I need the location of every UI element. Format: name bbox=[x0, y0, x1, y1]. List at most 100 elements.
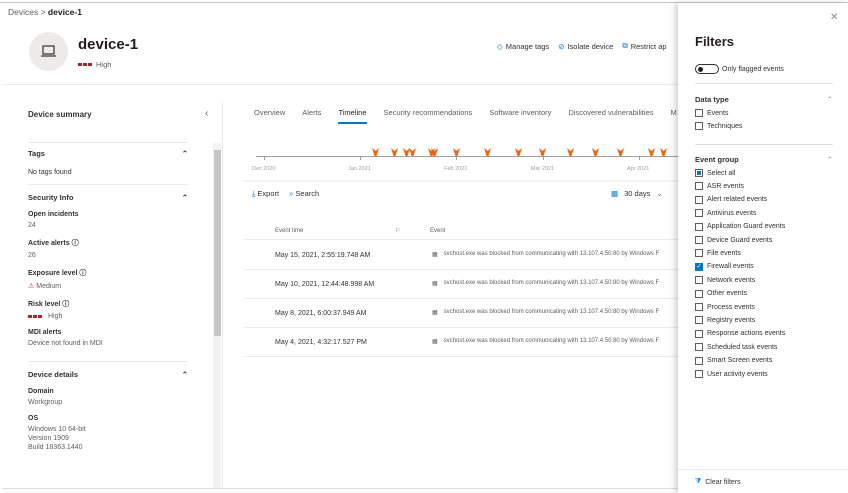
column-event-time[interactable]: Event time bbox=[275, 228, 303, 234]
security-info-header[interactable]: Security Info ⌃ bbox=[28, 193, 188, 202]
collapse-chevron-left-icon[interactable]: ‹ bbox=[205, 108, 208, 119]
checkbox[interactable] bbox=[695, 329, 703, 338]
filter-checkbox[interactable]: File events bbox=[695, 249, 741, 258]
tags-header[interactable]: Tags ⌃ bbox=[28, 149, 188, 158]
checkbox[interactable] bbox=[695, 209, 703, 218]
only-flagged-toggle[interactable]: Only flagged events bbox=[695, 64, 784, 74]
toggle-switch[interactable] bbox=[695, 64, 719, 74]
checkbox[interactable] bbox=[695, 249, 703, 258]
filter-checkbox[interactable]: Response actions events bbox=[695, 329, 786, 338]
manage-tags-button[interactable]: ◇ Manage tags bbox=[497, 41, 549, 51]
restrict-app-button[interactable]: ⧉ Restrict ap bbox=[622, 41, 666, 51]
filter-checkbox[interactable]: Network events bbox=[695, 276, 755, 285]
tab-alerts[interactable]: Alerts bbox=[302, 108, 321, 124]
checkbox[interactable] bbox=[695, 370, 703, 378]
table-row[interactable]: May 4, 2021, 4:32:17.527 PM ▦ svchost.exe … bbox=[244, 328, 678, 357]
filter-checkbox[interactable]: Application Guard events bbox=[695, 222, 785, 231]
tab-software-inventory[interactable]: Software inventory bbox=[489, 108, 551, 124]
event-marker[interactable] bbox=[452, 148, 460, 156]
label: Medium bbox=[36, 283, 62, 290]
filter-checkbox[interactable]: Process events bbox=[695, 303, 755, 311]
checkbox[interactable] bbox=[695, 236, 703, 244]
event-marker[interactable] bbox=[539, 148, 547, 156]
checkbox[interactable] bbox=[695, 182, 703, 191]
checkbox[interactable] bbox=[695, 303, 703, 311]
filter-checkbox[interactable]: ASR events bbox=[695, 182, 744, 191]
event-marker[interactable] bbox=[647, 148, 655, 156]
filter-checkbox[interactable]: Select all bbox=[695, 169, 735, 177]
info-icon[interactable]: ⓘ bbox=[79, 270, 86, 277]
checkbox[interactable] bbox=[695, 343, 703, 352]
label: ASR events bbox=[707, 182, 744, 190]
filter-checkbox[interactable]: Scheduled task events bbox=[695, 343, 777, 352]
search-button[interactable]: ⌕ Search bbox=[289, 189, 319, 199]
event-marker[interactable] bbox=[616, 148, 624, 156]
label: Firewall events bbox=[707, 263, 754, 271]
clear-filters-button[interactable]: ⧩ Clear filters bbox=[695, 478, 741, 486]
checkbox[interactable] bbox=[695, 289, 703, 298]
filter-checkbox[interactable]: User activity events bbox=[695, 370, 768, 378]
table-header: Event time ⚐ Event bbox=[244, 224, 678, 240]
checkbox[interactable] bbox=[695, 222, 703, 231]
event-marker[interactable] bbox=[430, 148, 438, 156]
label: Tags bbox=[28, 149, 45, 158]
event-marker[interactable] bbox=[409, 148, 417, 156]
column-event[interactable]: Event bbox=[430, 228, 445, 234]
event-marker[interactable] bbox=[592, 148, 600, 156]
checkbox[interactable]: ✓ bbox=[695, 262, 703, 271]
os-version: Version 1909 bbox=[28, 435, 69, 442]
filter-checkbox[interactable]: Registry events bbox=[695, 316, 755, 325]
event-marker[interactable] bbox=[483, 148, 491, 156]
event-marker[interactable] bbox=[390, 148, 398, 156]
scrollbar-thumb[interactable] bbox=[214, 150, 221, 336]
filter-checkbox[interactable]: Alert related events bbox=[695, 195, 767, 204]
checkbox[interactable] bbox=[695, 109, 703, 117]
close-icon[interactable]: ✕ bbox=[830, 12, 838, 23]
checkbox[interactable] bbox=[695, 169, 703, 177]
table-row[interactable]: May 8, 2021, 6:00:37.949 AM ▦ svchost.exe … bbox=[244, 299, 678, 328]
pane-divider bbox=[222, 101, 223, 493]
filter-checkbox[interactable]: Antivirus events bbox=[695, 209, 756, 218]
table-row[interactable]: May 15, 2021, 2:55:19.748 AM ▦ svchost.exe… bbox=[244, 241, 678, 270]
data-type-header[interactable]: Data type ⌃ bbox=[695, 95, 833, 104]
info-icon[interactable]: ⓘ bbox=[72, 240, 79, 247]
chevron-up-icon: ⌃ bbox=[181, 193, 188, 202]
tab-timeline[interactable]: Timeline bbox=[338, 108, 367, 124]
checkbox[interactable] bbox=[695, 195, 703, 204]
table-row[interactable]: May 10, 2021, 12:44:48.998 AM ▦ svchost.ex… bbox=[244, 270, 678, 299]
event-marker[interactable] bbox=[567, 148, 575, 156]
checkbox[interactable] bbox=[695, 122, 703, 131]
device-tabs: Overview Alerts Timeline Security recomm… bbox=[254, 108, 694, 124]
label: Techniques bbox=[707, 122, 743, 130]
event-marker[interactable] bbox=[372, 148, 380, 156]
event-time: May 10, 2021, 12:44:48.998 AM bbox=[275, 281, 375, 288]
filter-checkbox[interactable]: Device Guard events bbox=[695, 236, 772, 244]
tab-discovered-vulnerabilities[interactable]: Discovered vulnerabilities bbox=[568, 108, 653, 124]
flag-icon[interactable]: ⚐ bbox=[395, 227, 400, 234]
checkbox[interactable] bbox=[695, 316, 703, 325]
tab-overview[interactable]: Overview bbox=[254, 108, 285, 124]
active-alerts-label: Active alerts ⓘ bbox=[28, 238, 188, 248]
device-avatar bbox=[29, 32, 68, 71]
device-details-header[interactable]: Device details ⌃ bbox=[28, 370, 188, 379]
tab-more[interactable]: M bbox=[670, 108, 676, 124]
info-icon[interactable]: ⓘ bbox=[62, 301, 69, 308]
export-button[interactable]: ⤓ Export bbox=[252, 189, 279, 199]
filter-checkbox[interactable]: ✓ Firewall events bbox=[695, 262, 754, 271]
label: Response actions events bbox=[707, 330, 786, 338]
tab-security-recommendations[interactable]: Security recommendations bbox=[384, 108, 473, 124]
warning-icon: ⚠ bbox=[28, 283, 35, 290]
event-marker[interactable] bbox=[660, 148, 668, 156]
filter-checkbox[interactable]: Events bbox=[695, 109, 728, 117]
date-range-dropdown[interactable]: ▦ 30 days ⌄ bbox=[611, 189, 663, 198]
checkbox[interactable] bbox=[695, 276, 703, 285]
filter-checkbox[interactable]: Smart Screen events bbox=[695, 356, 772, 365]
filter-checkbox[interactable]: Techniques bbox=[695, 122, 743, 131]
timeline-axis[interactable] bbox=[256, 156, 678, 157]
event-group-header[interactable]: Event group ⌃ bbox=[695, 155, 833, 164]
breadcrumb-devices[interactable]: Devices bbox=[8, 7, 38, 17]
isolate-device-button[interactable]: ⊘ Isolate device bbox=[558, 41, 613, 51]
checkbox[interactable] bbox=[695, 356, 703, 365]
filter-checkbox[interactable]: Other events bbox=[695, 289, 747, 298]
event-marker[interactable] bbox=[514, 148, 522, 156]
